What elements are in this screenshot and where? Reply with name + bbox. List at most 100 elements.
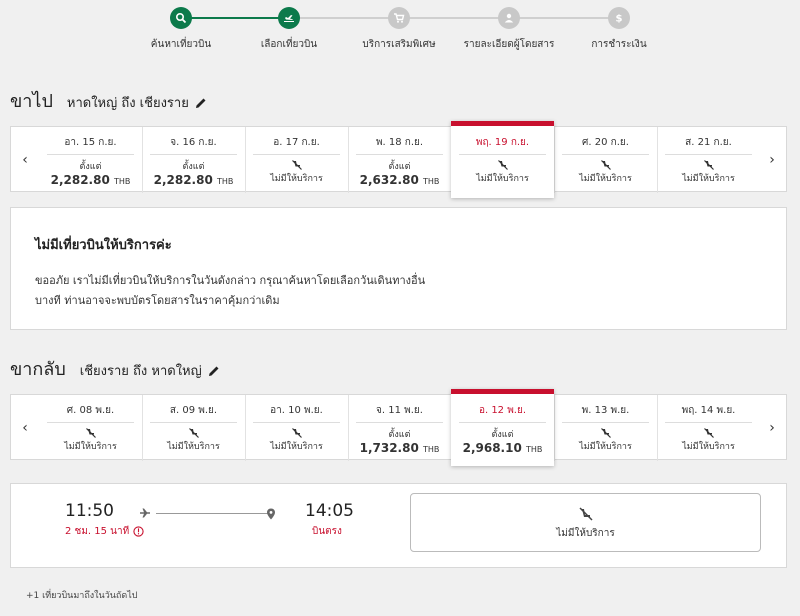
fare-unavailable-box[interactable]: ไม่มีให้บริการ (410, 493, 761, 552)
date-option[interactable]: พ. 18 ก.ย. ตั้งแต่ 2,632.80 THB (348, 127, 451, 193)
no-flights-message-line1: ขออภัย เราไม่มีเที่ยวบินให้บริการในวันดั… (35, 274, 426, 287)
no-service-label: ไม่มีให้บริการ (270, 442, 323, 452)
return-title: ขากลับ (10, 359, 66, 380)
price-value: 2,282.80 (50, 173, 110, 187)
from-label: ตั้งแต่ (491, 430, 514, 440)
from-label: ตั้งแต่ (182, 162, 205, 172)
no-service-label: ไม่มีให้บริการ (167, 442, 220, 452)
step-label: บริการเสริมพิเศษ (362, 39, 436, 50)
no-service-icon (85, 428, 96, 438)
step-search-flights[interactable]: ค้นหาเที่ยวบิน (121, 7, 241, 52)
no-service-icon (600, 428, 611, 438)
date-option-selected[interactable]: พฤ. 19 ก.ย. ไม่มีให้บริการ (451, 121, 554, 198)
price-currency: THB (114, 177, 131, 186)
date-label: ส. 21 ก.ย. (665, 135, 752, 155)
seat-unavailable-icon (578, 507, 593, 521)
prev-dates-chevron-icon[interactable]: ‹ (11, 127, 39, 193)
from-label: ตั้งแต่ (388, 162, 411, 172)
return-route-label: เชียงราย ถึง หาดใหญ่ (79, 364, 202, 379)
step-label: เลือกเที่ยวบิน (260, 39, 318, 50)
info-icon[interactable] (133, 526, 144, 537)
next-dates-chevron-icon[interactable]: › (758, 127, 786, 193)
date-label: พฤ. 19 ก.ย. (459, 135, 546, 155)
price-label: 2,632.80 THB (348, 173, 451, 187)
date-option[interactable]: จ. 16 ก.ย. ตั้งแต่ 2,282.80 THB (142, 127, 245, 193)
price-value: 2,632.80 (359, 173, 419, 187)
step-payment[interactable]: $ การชำระเงิน (559, 7, 679, 52)
plane-icon (140, 508, 150, 518)
date-option[interactable]: ส. 21 ก.ย. ไม่มีให้บริการ (657, 127, 760, 193)
no-service-icon (703, 160, 714, 170)
no-service-icon (188, 428, 199, 438)
no-service-icon (703, 428, 714, 438)
arrival-time: 14:05 (305, 501, 354, 521)
progress-stepper: ค้นหาเที่ยวบิน เลือกเที่ยวบิน บริการเสริ… (0, 0, 800, 60)
person-icon (498, 7, 520, 29)
plane-icon (278, 7, 300, 29)
step-label: รายละเอียดผู้โดยสาร (463, 39, 555, 50)
date-option[interactable]: ส. 09 พ.ย. ไม่มีให้บริการ (142, 395, 245, 461)
no-flights-panel: ไม่มีเที่ยวบินให้บริการค่ะ ขออภัย เราไม่… (10, 207, 787, 330)
price-value: 1,732.80 (359, 441, 419, 455)
date-label: พ. 13 พ.ย. (562, 403, 649, 423)
no-service-label: ไม่มีให้บริการ (476, 174, 529, 184)
no-service-label: ไม่มีให้บริการ (64, 442, 117, 452)
price-currency: THB (423, 177, 440, 186)
date-label: ศ. 08 พ.ย. (47, 403, 134, 423)
price-currency: THB (423, 445, 440, 454)
from-label: ตั้งแต่ (79, 162, 102, 172)
location-pin-icon (267, 508, 275, 520)
price-value: 2,968.10 (462, 441, 522, 455)
date-label: ส. 09 พ.ย. (150, 403, 237, 423)
edit-pencil-icon[interactable] (208, 365, 220, 377)
svg-text:$: $ (616, 14, 623, 25)
step-label: ค้นหาเที่ยวบิน (150, 39, 212, 50)
dollar-icon: $ (608, 7, 630, 29)
date-option-selected[interactable]: อ. 12 พ.ย. ตั้งแต่ 2,968.10 THB (451, 389, 554, 466)
flight-path-line (156, 513, 271, 514)
return-route[interactable]: เชียงราย ถึง หาดใหญ่ (80, 360, 220, 381)
date-option[interactable]: ศ. 08 พ.ย. ไม่มีให้บริการ (39, 395, 142, 461)
no-service-icon (291, 160, 302, 170)
no-service-label: ไม่มีให้บริการ (682, 442, 735, 452)
fare-status: ไม่มีให้บริการ (556, 528, 615, 539)
date-option[interactable]: จ. 11 พ.ย. ตั้งแต่ 1,732.80 THB (348, 395, 451, 461)
flight-type: บินตรง (312, 526, 342, 537)
date-option[interactable]: อา. 15 ก.ย. ตั้งแต่ 2,282.80 THB (39, 127, 142, 193)
step-select-flight[interactable]: เลือกเที่ยวบิน (229, 7, 349, 52)
price-label: 1,732.80 THB (348, 441, 451, 455)
date-label: อา. 15 ก.ย. (47, 135, 134, 155)
date-option[interactable]: อา. 10 พ.ย. ไม่มีให้บริการ (245, 395, 348, 461)
date-label: จ. 11 พ.ย. (356, 403, 443, 423)
outbound-route-label: หาดใหญ่ ถึง เชียงราย (66, 96, 189, 111)
price-currency: THB (217, 177, 234, 186)
date-option[interactable]: ศ. 20 ก.ย. ไม่มีให้บริการ (554, 127, 657, 193)
date-label: ศ. 20 ก.ย. (562, 135, 649, 155)
price-value: 2,282.80 (153, 173, 213, 187)
date-option[interactable]: อ. 17 ก.ย. ไม่มีให้บริการ (245, 127, 348, 193)
prev-dates-chevron-icon[interactable]: ‹ (11, 395, 39, 461)
date-label: อ. 12 พ.ย. (459, 403, 546, 423)
date-option[interactable]: พ. 13 พ.ย. ไม่มีให้บริการ (554, 395, 657, 461)
no-service-label: ไม่มีให้บริการ (270, 174, 323, 184)
price-label: 2,968.10 THB (451, 441, 554, 455)
edit-pencil-icon[interactable] (195, 97, 207, 109)
return-header: ขากลับ เชียงราย ถึง หาดใหญ่ (10, 354, 220, 383)
step-label: การชำระเงิน (591, 39, 647, 50)
price-label: 2,282.80 THB (39, 173, 142, 187)
next-dates-chevron-icon[interactable]: › (758, 395, 786, 461)
date-label: อ. 17 ก.ย. (253, 135, 340, 155)
date-option[interactable]: พฤ. 14 พ.ย. ไม่มีให้บริการ (657, 395, 760, 461)
flight-option-row[interactable]: 11:50 2 ชม. 15 นาที 14:05 บินตรง ไม่มีให… (10, 483, 787, 568)
price-currency: THB (526, 445, 543, 454)
outbound-header: ขาไป หาดใหญ่ ถึง เชียงราย (10, 86, 207, 115)
outbound-route[interactable]: หาดใหญ่ ถึง เชียงราย (67, 92, 207, 113)
no-flights-title: ไม่มีเที่ยวบินให้บริการค่ะ (35, 238, 172, 253)
duration-label: 2 ชม. 15 นาที (65, 526, 130, 537)
no-service-icon (600, 160, 611, 170)
departure-time: 11:50 (65, 501, 114, 521)
no-service-label: ไม่มีให้บริการ (682, 174, 735, 184)
step-passenger-details[interactable]: รายละเอียดผู้โดยสาร (449, 7, 569, 52)
step-extra-services[interactable]: บริการเสริมพิเศษ (339, 7, 459, 52)
cart-icon (388, 7, 410, 29)
